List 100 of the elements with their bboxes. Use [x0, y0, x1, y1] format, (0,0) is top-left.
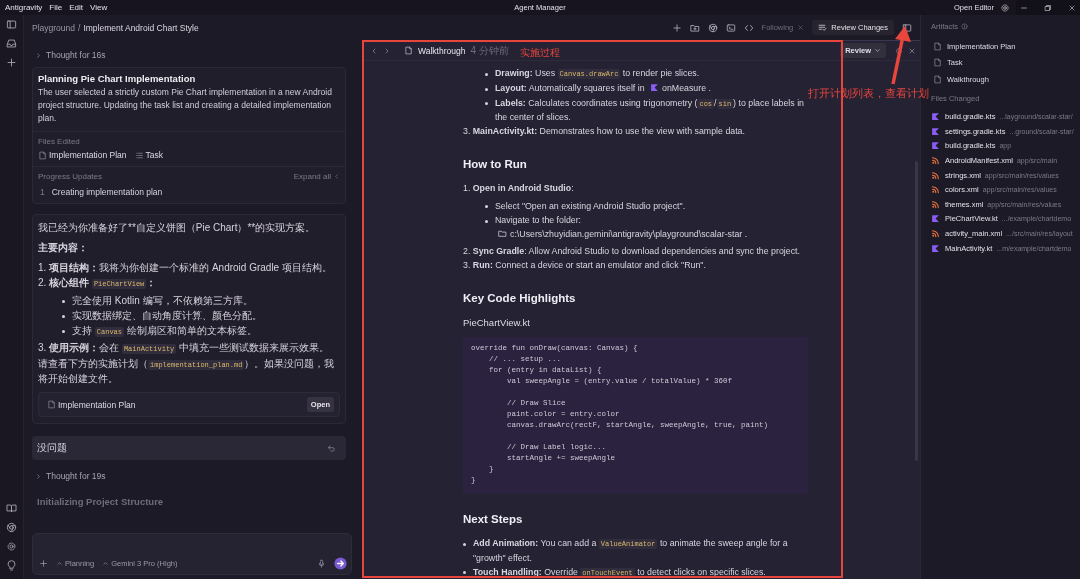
breadcrumb-separator: /: [78, 22, 81, 33]
thought-toggle[interactable]: Thought for 16s: [32, 48, 106, 62]
list-item-text: Navigate to the folder:: [495, 215, 582, 225]
terminal-icon[interactable]: [725, 22, 736, 33]
paragraph: 我已经为你准备好了**自定义饼图（Pie Chart）**的实现方案。: [38, 221, 317, 235]
list-item-text: onMeasure .: [662, 83, 711, 93]
bullet-icon: [485, 87, 488, 91]
file-type-icon: [931, 229, 940, 239]
file-type-icon: [931, 214, 940, 224]
file-type-icon: [931, 156, 940, 166]
annotation-text: 实施过程: [520, 46, 560, 60]
file-link[interactable]: Task: [134, 150, 163, 160]
code-icon[interactable]: [743, 22, 754, 33]
breadcrumb-item[interactable]: Implement Android Chart Style: [83, 22, 199, 33]
section-label: Progress Updates: [38, 172, 103, 181]
breadcrumb-item[interactable]: Playground: [32, 22, 75, 33]
step-description: The user selected a strictly custom Pie Chart implementation in a new Android project structure. Updating the task list and creating a detailed implementation plan.: [38, 86, 333, 125]
lightbulb-icon[interactable]: [6, 560, 17, 571]
file-name: PieChartView.kt: [463, 316, 531, 330]
annotation-arrow: [890, 26, 912, 86]
step-number: 1: [40, 187, 45, 197]
section-heading: How to Run: [463, 157, 528, 171]
settings-icon[interactable]: [1000, 2, 1010, 13]
settings-icon[interactable]: [6, 541, 17, 552]
sidebar-toggle-icon[interactable]: [6, 19, 17, 30]
document-icon: [47, 400, 56, 409]
inbox-icon[interactable]: [6, 38, 17, 49]
chevron-icon: [35, 472, 42, 480]
folder-icon[interactable]: [689, 22, 700, 33]
list-icon: [134, 150, 144, 160]
document-icon: [933, 74, 942, 84]
plus-icon[interactable]: [6, 57, 17, 68]
bullet-icon: [62, 299, 65, 303]
file-type-icon: [931, 170, 940, 180]
book-icon[interactable]: [6, 503, 17, 514]
undo-icon[interactable]: [327, 443, 336, 453]
section-heading: Next Steps: [463, 512, 524, 526]
expand-all-button[interactable]: Expand all: [293, 172, 340, 181]
message-text: 没问题: [37, 441, 67, 455]
document-icon: [933, 58, 942, 68]
list-item-text: 1. Open in Android Studio:: [463, 182, 575, 195]
list-item-text: 2. Sync Gradle: Allow Android Studio to download dependencies and sync the project.: [463, 245, 801, 258]
file-link[interactable]: Implementation Plan: [38, 150, 127, 160]
browser-icon[interactable]: [6, 522, 17, 533]
step-title: Initializing Project Structure: [36, 496, 165, 507]
menu-item[interactable]: File: [49, 3, 63, 12]
list-check-icon: [818, 23, 828, 32]
plus-icon[interactable]: [671, 22, 682, 33]
progress-update: Creating implementation plan: [51, 187, 163, 197]
folder-icon: [498, 228, 507, 238]
list-item-text: 实现数据绑定、自动角度计算、颜色分配。: [72, 309, 263, 323]
chevron-icon: [56, 560, 63, 567]
close-icon[interactable]: [1068, 3, 1076, 12]
list-item-text: 1. 项目结构：我将为你创建一个标准的 Android Gradle 项目结构。: [38, 261, 333, 275]
file-type-icon: [931, 185, 940, 195]
document-title: Walkthrough: [418, 45, 466, 56]
file-type-icon: [650, 83, 660, 92]
bullet-icon: [463, 571, 466, 574]
panel-toggle-icon[interactable]: [902, 22, 912, 33]
attachment-link[interactable]: Implementation Plan: [47, 397, 136, 412]
close-icon[interactable]: [908, 46, 916, 55]
paragraph: 主要内容：: [38, 241, 89, 255]
list-item-text: Select "Open an existing Android Studio project".: [495, 199, 687, 213]
chevron-icon: [333, 173, 340, 180]
section-label: Files Edited: [38, 137, 81, 146]
bullet-icon: [485, 205, 488, 208]
thought-toggle[interactable]: Thought for 19s: [32, 469, 106, 483]
document-icon: [404, 46, 413, 55]
step-title: Planning Pie Chart Implementation: [38, 73, 197, 84]
bullet-icon: [62, 314, 65, 318]
list-item-text: 3. Run: Connect a device or start an emulator and click "Run".: [463, 259, 707, 272]
document-icon: [38, 150, 47, 160]
app-name[interactable]: Antigravity: [5, 3, 43, 12]
chevron-icon: [35, 51, 42, 59]
bullet-icon: [463, 542, 466, 546]
document-icon: [933, 41, 942, 51]
chevron-icon: [102, 560, 110, 567]
browser-icon[interactable]: [707, 22, 718, 33]
list-item-text: 完全使用 Kotlin 编写，不依赖第三方库。: [72, 294, 254, 308]
list-item-text: Layout: Automatically squares itself in: [495, 83, 646, 93]
list-item-text: c:\Users\zhuyidian.gemini\antigravity\playground\scalar-star .: [510, 228, 748, 239]
back-icon[interactable]: [370, 46, 378, 55]
bullet-icon: [485, 219, 488, 223]
bullet-icon: [485, 102, 488, 105]
menu-item[interactable]: Edit: [69, 3, 84, 12]
close-icon: [797, 24, 805, 31]
file-type-icon: [931, 243, 940, 253]
section-heading: Key Code Highlights: [463, 291, 577, 305]
restore-icon[interactable]: [1044, 3, 1052, 12]
bullet-icon: [62, 329, 65, 333]
forward-icon[interactable]: [383, 46, 391, 55]
refresh-icon[interactable]: [895, 46, 903, 55]
microphone-icon[interactable]: [317, 559, 326, 568]
chevron-icon: [874, 47, 881, 54]
plus-icon[interactable]: [39, 559, 48, 568]
send-icon[interactable]: [334, 557, 347, 570]
menu-item[interactable]: View: [90, 3, 108, 12]
timestamp: 4 分钟前: [470, 43, 509, 58]
bullet-icon: [485, 72, 488, 76]
list-item-text: 3. MainActivity.kt: Demonstrates how to use the view with sample data.: [463, 125, 746, 138]
